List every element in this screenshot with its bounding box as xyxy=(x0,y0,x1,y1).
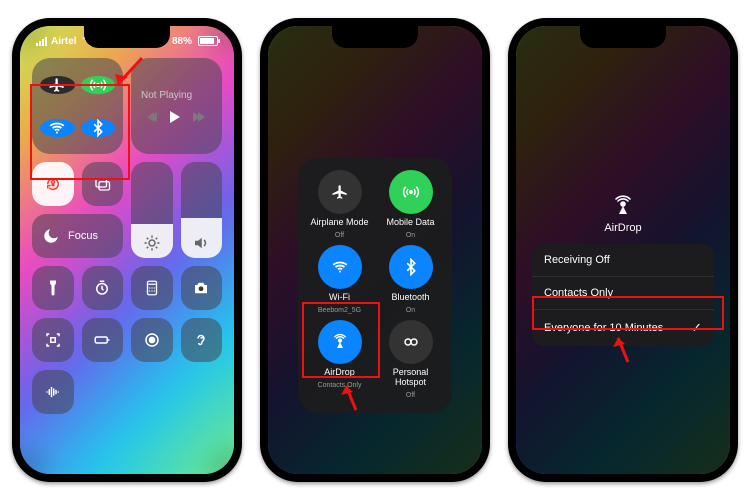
notch xyxy=(332,26,418,48)
focus-label: Focus xyxy=(68,230,98,242)
airplane-status: Off xyxy=(335,232,344,239)
screen-record-tile[interactable] xyxy=(131,318,173,362)
waveform-icon xyxy=(44,383,62,401)
sun-icon xyxy=(143,234,161,252)
bluetooth-label: Bluetooth xyxy=(391,293,429,303)
ear-icon xyxy=(192,331,210,349)
annotation-arrow-3 xyxy=(608,332,638,366)
wifi-cell[interactable]: Wi-Fi Beebom2_5G xyxy=(306,245,373,314)
hotspot-label: Personal Hotspot xyxy=(377,368,444,388)
camera-tile[interactable] xyxy=(181,266,223,310)
low-power-tile[interactable] xyxy=(82,318,124,362)
airdrop-menu-title: AirDrop xyxy=(604,222,641,234)
phone-1: Airtel 88% Not Playing xyxy=(12,18,242,482)
notch xyxy=(580,26,666,48)
option-label: Receiving Off xyxy=(544,254,610,266)
wifi-icon xyxy=(48,119,66,137)
phone-2: Airplane Mode Off Mobile Data On Wi-Fi B… xyxy=(260,18,490,482)
battery-icon-tile xyxy=(93,331,111,349)
brightness-slider[interactable] xyxy=(131,162,173,258)
rotation-lock-icon xyxy=(44,175,62,193)
notch xyxy=(84,26,170,48)
wifi-label: Wi-Fi xyxy=(329,293,350,303)
bluetooth-icon xyxy=(402,258,420,276)
airdrop-label: AirDrop xyxy=(324,368,355,378)
bluetooth-icon xyxy=(89,119,107,137)
hotspot-cell[interactable]: Personal Hotspot Off xyxy=(377,320,444,399)
camera-icon xyxy=(192,279,210,297)
bluetooth-cell[interactable]: Bluetooth On xyxy=(377,245,444,314)
bluetooth-toggle[interactable] xyxy=(81,119,116,137)
option-label: Everyone for 10 Minutes xyxy=(544,322,663,334)
airplane-icon xyxy=(331,183,349,201)
calculator-icon xyxy=(143,279,161,297)
rewind-icon[interactable] xyxy=(149,112,155,122)
mobile-cell[interactable]: Mobile Data On xyxy=(377,170,444,239)
checkmark-icon: ✓ xyxy=(691,320,702,336)
hotspot-status: Off xyxy=(406,392,415,399)
flashlight-tile[interactable] xyxy=(32,266,74,310)
airdrop-icon xyxy=(611,194,635,218)
record-icon xyxy=(143,331,161,349)
airdrop-icon xyxy=(331,333,349,351)
play-icon[interactable] xyxy=(170,111,180,123)
wifi-icon xyxy=(331,258,349,276)
qr-icon xyxy=(44,331,62,349)
focus-tile[interactable]: Focus xyxy=(32,214,123,258)
carrier-label: Airtel xyxy=(51,36,77,47)
speaker-icon xyxy=(192,234,210,252)
option-label: Contacts Only xyxy=(544,287,613,299)
connectivity-sheet: Airplane Mode Off Mobile Data On Wi-Fi B… xyxy=(298,158,452,413)
antenna-icon xyxy=(402,183,420,201)
forward-icon[interactable] xyxy=(195,112,205,122)
phone-3: AirDrop Receiving Off Contacts Only Ever… xyxy=(508,18,738,482)
media-title: Not Playing xyxy=(141,90,212,101)
volume-slider[interactable] xyxy=(181,162,223,258)
airdrop-option-contacts[interactable]: Contacts Only xyxy=(532,276,714,309)
timer-icon xyxy=(93,279,111,297)
battery-icon xyxy=(198,36,218,46)
airplane-toggle[interactable] xyxy=(40,76,75,94)
bluetooth-status: On xyxy=(406,307,415,314)
hearing-tile[interactable] xyxy=(181,318,223,362)
signal-icon xyxy=(36,37,47,46)
airdrop-option-off[interactable]: Receiving Off xyxy=(532,244,714,276)
calculator-tile[interactable] xyxy=(131,266,173,310)
screen-mirroring-tile[interactable] xyxy=(82,162,124,206)
control-center: Not Playing Focus xyxy=(32,58,222,454)
airplane-icon xyxy=(48,76,66,94)
timer-tile[interactable] xyxy=(82,266,124,310)
annotation-arrow-1 xyxy=(108,54,148,94)
mobile-label: Mobile Data xyxy=(386,218,434,228)
code-scanner-tile[interactable] xyxy=(32,318,74,362)
rotation-lock-tile[interactable] xyxy=(32,162,74,206)
flashlight-icon xyxy=(44,279,62,297)
annotation-arrow-2 xyxy=(338,380,368,414)
battery-label: 88% xyxy=(172,36,192,47)
antenna-icon xyxy=(89,76,107,94)
mobile-status: On xyxy=(406,232,415,239)
tutorial-three-panel: Airtel 88% Not Playing xyxy=(0,0,750,500)
hotspot-icon xyxy=(402,333,420,351)
airplane-cell[interactable]: Airplane Mode Off xyxy=(306,170,373,239)
moon-icon xyxy=(42,227,60,245)
airdrop-menu: AirDrop Receiving Off Contacts Only Ever… xyxy=(532,194,714,346)
wifi-toggle[interactable] xyxy=(40,119,75,137)
sound-recognition-tile[interactable] xyxy=(32,370,74,414)
airplane-label: Airplane Mode xyxy=(310,218,368,228)
mirroring-icon xyxy=(93,175,111,193)
wifi-status: Beebom2_5G xyxy=(318,307,361,314)
